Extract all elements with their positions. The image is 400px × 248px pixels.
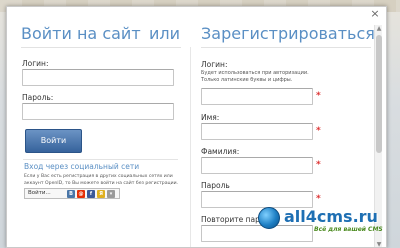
register-password-required-mark: * [316, 194, 321, 204]
scroll-thumb[interactable] [376, 35, 382, 153]
login-input[interactable] [22, 69, 174, 86]
login-submit-button[interactable]: Войти [25, 129, 82, 153]
brand-tagline: Всё для вашей CMS [314, 226, 383, 233]
register-name-required-mark: * [316, 126, 321, 136]
password-label: Пароль: [22, 93, 54, 102]
register-login-label: Логин: [201, 60, 228, 69]
login-title-underline [21, 47, 181, 48]
social-login-bar-label: Войти... [28, 190, 51, 196]
yandex-icon[interactable]: Я [97, 190, 105, 198]
password-input[interactable] [22, 103, 174, 120]
register-login-required-mark: * [316, 91, 321, 101]
social-login-description: Если у Вас есть регистрация в других соц… [24, 174, 179, 186]
login-label: Логин: [22, 59, 49, 68]
register-surname-required-mark: * [316, 160, 321, 170]
register-surname-label: Фамилия: [201, 147, 240, 156]
or-separator: или [149, 24, 181, 43]
register-surname-input[interactable] [201, 157, 313, 174]
column-divider [190, 47, 191, 247]
facebook-icon[interactable]: f [87, 190, 95, 198]
register-password-input[interactable] [201, 191, 313, 208]
brand-name: all4cms.ru [284, 207, 378, 226]
brand-watermark: all4cms.ru Всё для вашей CMS [258, 207, 398, 247]
social-login-title[interactable]: Вход через социальный сети [24, 162, 139, 171]
close-icon[interactable]: × [368, 7, 382, 21]
register-title: Зарегистрироваться [201, 24, 375, 43]
globe-logo-icon [258, 207, 280, 229]
register-password-label: Пароль [201, 181, 230, 190]
vk-icon[interactable]: В [67, 190, 75, 198]
scroll-up-arrow-icon[interactable]: ▲ [375, 25, 383, 33]
more-providers-icon[interactable]: ▾ [107, 190, 115, 198]
login-title: Войти на сайт [21, 24, 141, 43]
register-login-input[interactable] [201, 88, 313, 105]
social-login-bar[interactable]: Войти... В @ f Я ▾ [24, 188, 120, 199]
register-title-underline [201, 47, 371, 48]
register-login-hint-2: Только латинские буквы и цифры. [201, 77, 293, 83]
mailru-icon[interactable]: @ [77, 190, 85, 198]
register-name-label: Имя: [201, 113, 220, 122]
register-name-input[interactable] [201, 123, 313, 140]
register-login-hint-1: Будет использоваться при авторизации. [201, 70, 309, 76]
